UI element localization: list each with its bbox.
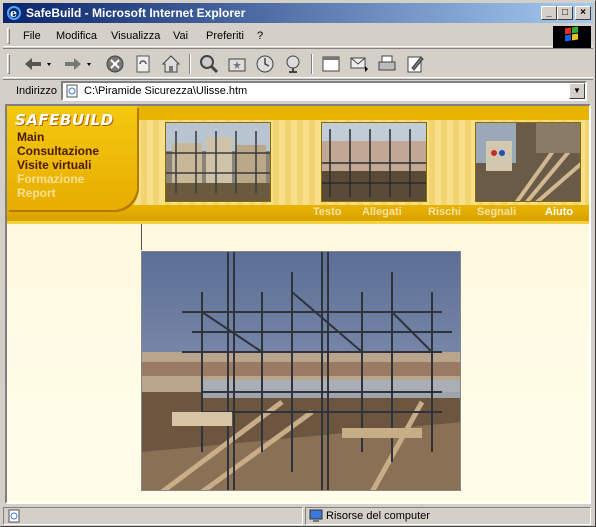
tab-segnali[interactable]: Segnali: [477, 206, 516, 218]
thumbnail-site-3[interactable]: [475, 122, 581, 202]
favorites-button[interactable]: [225, 52, 249, 76]
ie-logo-icon: e: [7, 6, 21, 20]
forward-button[interactable]: [61, 52, 95, 76]
nav-report[interactable]: Report: [17, 186, 56, 200]
toolbar-separator: [311, 54, 313, 74]
menu-vai[interactable]: Vai: [173, 30, 188, 42]
close-button[interactable]: ×: [575, 6, 591, 20]
print-button[interactable]: [375, 52, 399, 76]
tab-aiuto[interactable]: Aiuto: [545, 206, 573, 218]
back-button[interactable]: [21, 52, 55, 76]
standard-toolbar: [3, 48, 593, 78]
search-button[interactable]: [197, 52, 221, 76]
channels-button[interactable]: [281, 52, 305, 76]
menu-file[interactable]: File: [23, 30, 41, 42]
edit-button[interactable]: [403, 52, 427, 76]
computer-icon: [309, 509, 323, 522]
address-dropdown-button[interactable]: ▼: [569, 83, 585, 99]
search-icon: [200, 55, 219, 74]
menu-help[interactable]: ?: [257, 30, 263, 42]
nav-consultazione[interactable]: Consultazione: [17, 144, 99, 158]
menu-preferiti[interactable]: Preferiti: [206, 30, 244, 42]
nav-main[interactable]: Main: [17, 130, 44, 144]
tab-testo[interactable]: Testo: [313, 206, 342, 218]
nav-formazione[interactable]: Formazione: [17, 172, 84, 186]
close-icon: ×: [580, 7, 586, 18]
thumbnail-site-1[interactable]: [165, 122, 271, 202]
menu-modifica[interactable]: Modifica: [56, 30, 97, 42]
back-icon: [25, 58, 51, 70]
page-icon: [66, 84, 78, 98]
status-bar: Risorse del computer: [3, 506, 593, 526]
fullscreen-button[interactable]: [319, 52, 343, 76]
menu-bar: File Modifica Visualizza Vai Preferiti ?: [3, 25, 593, 47]
address-label: Indirizzo: [16, 85, 57, 97]
history-icon: [256, 55, 274, 73]
done-page-icon: [8, 509, 20, 523]
browser-window: e SafeBuild - Microsoft Internet Explore…: [0, 0, 596, 527]
maximize-button[interactable]: □: [557, 6, 573, 20]
stop-button[interactable]: [103, 52, 127, 76]
history-button[interactable]: [253, 52, 277, 76]
refresh-button[interactable]: [131, 52, 155, 76]
edit-icon: [407, 56, 424, 73]
window-title: SafeBuild - Microsoft Internet Explorer: [26, 6, 246, 20]
title-bar: e SafeBuild - Microsoft Internet Explore…: [3, 3, 593, 23]
tab-allegati[interactable]: Allegati: [362, 206, 402, 218]
minimize-button[interactable]: _: [541, 6, 557, 20]
brand-logo: SAFEBUILD: [15, 111, 114, 129]
refresh-icon: [136, 55, 150, 73]
stop-icon: [106, 55, 124, 73]
windows-logo-icon: [553, 26, 591, 48]
nav-visite-virtuali[interactable]: Visite virtuali: [17, 158, 91, 172]
menu-grip: [7, 28, 10, 44]
site-banner: SAFEBUILD Main Consultazione Visite virt…: [7, 106, 589, 224]
favorites-icon: [228, 58, 246, 72]
chevron-down-icon: ▼: [573, 86, 581, 95]
thumbnail-site-2[interactable]: [321, 122, 427, 202]
address-value: C:\Piramide Sicurezza\Ulisse.htm: [84, 85, 248, 97]
construction-site-photo: [141, 251, 461, 491]
mail-button[interactable]: [347, 52, 371, 76]
svg-text:e: e: [10, 7, 17, 20]
minimize-icon: _: [546, 7, 552, 18]
channels-icon: [286, 55, 300, 73]
status-zone-text: Risorse del computer: [326, 510, 430, 522]
status-zone-pane: Risorse del computer: [305, 507, 591, 525]
address-bar: Indirizzo C:\Piramide Sicurezza\Ulisse.h…: [3, 79, 593, 102]
divider: [141, 224, 142, 250]
page-content: SAFEBUILD Main Consultazione Visite virt…: [5, 104, 591, 504]
toolbar-separator: [189, 54, 191, 74]
maximize-icon: □: [561, 7, 569, 18]
forward-icon: [65, 58, 91, 70]
home-button[interactable]: [159, 52, 183, 76]
address-field[interactable]: C:\Piramide Sicurezza\Ulisse.htm ▼: [61, 81, 587, 101]
home-icon: [161, 55, 181, 73]
toolbar-grip: [7, 54, 10, 74]
print-icon: [378, 55, 396, 71]
mail-icon: [350, 57, 368, 72]
menu-visualizza[interactable]: Visualizza: [111, 30, 160, 42]
tab-rischi[interactable]: Rischi: [428, 206, 461, 218]
fullscreen-icon: [322, 56, 340, 72]
status-main-pane: [3, 507, 303, 525]
